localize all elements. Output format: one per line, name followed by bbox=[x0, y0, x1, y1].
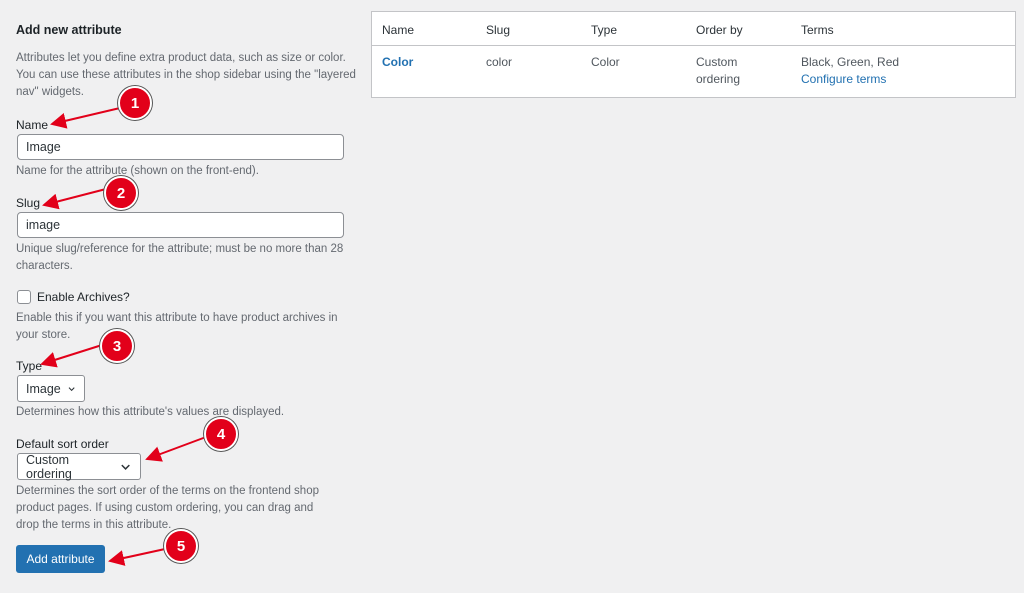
arrow-2 bbox=[42, 188, 107, 210]
annotation-badge-4: 4 bbox=[204, 417, 238, 451]
annotation-badge-1: 1 bbox=[118, 86, 152, 120]
annotation-arrows bbox=[40, 107, 207, 566]
arrow-1 bbox=[50, 107, 121, 129]
annotation-badge-3: 3 bbox=[100, 329, 134, 363]
arrow-5 bbox=[108, 548, 166, 566]
arrow-4 bbox=[145, 436, 207, 462]
annotation-badge-2: 2 bbox=[104, 176, 138, 210]
annotation-badge-5: 5 bbox=[164, 529, 198, 563]
arrow-3 bbox=[40, 344, 103, 368]
